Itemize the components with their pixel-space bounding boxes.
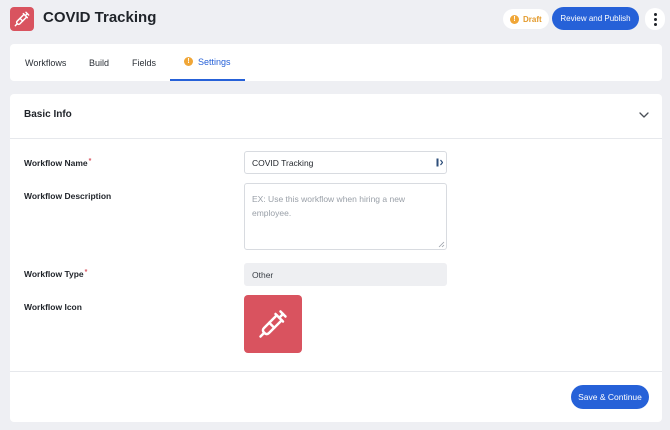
workflow-type-field: Other [244,263,447,286]
workflow-icon-picker[interactable] [244,295,302,353]
warning-icon: ! [510,14,519,24]
syringe-icon [259,310,287,338]
workflow-type-label: Workflow Type* [24,269,87,279]
tab-label: Fields [132,57,157,68]
tab-settings[interactable]: ! Settings [170,44,245,81]
workflow-type-value: Other [252,269,274,280]
app-header: COVID Tracking ! Draft Review and Publis… [0,0,670,38]
workflow-description-placeholder: EX: Use this workflow when hiring a new … [252,194,406,218]
chevron-down-icon[interactable] [639,110,649,120]
tab-label: Build [89,57,110,68]
tab-label: Settings [198,56,231,67]
tab-label: Workflows [25,57,67,68]
workflow-name-label: Workflow Name* [24,158,91,168]
workflow-name-value: COVID Tracking [252,157,314,168]
divider [10,371,662,372]
workflow-icon-label: Workflow Icon [24,302,82,312]
section-title: Basic Info [24,109,72,120]
save-and-continue-button[interactable]: Save & Continue [571,385,649,409]
workflow-description-input[interactable]: EX: Use this workflow when hiring a new … [244,183,447,250]
status-badge: ! Draft [503,9,549,29]
divider [10,138,662,139]
tab-workflows[interactable]: Workflows [25,44,66,81]
tab-build[interactable]: Build [89,44,109,81]
status-badge-label: Draft [523,14,542,24]
workflow-name-input[interactable]: COVID Tracking [244,151,447,174]
basic-info-card: Basic Info Workflow Name* COVID Tracking… [10,94,662,422]
workflow-description-label: Workflow Description [24,191,112,201]
autofill-icon[interactable] [436,158,443,167]
warning-icon: ! [184,57,193,66]
tab-bar: Workflows Build Fields ! Settings [10,44,662,81]
resize-grip-icon[interactable] [438,241,445,248]
workflow-name-label-text: Workflow Name [24,158,88,168]
more-vertical-icon[interactable] [645,8,665,30]
required-mark: * [88,158,92,165]
required-mark: * [84,269,88,276]
page-title: COVID Tracking [43,9,157,26]
tab-fields[interactable]: Fields [132,44,156,81]
review-and-publish-button[interactable]: Review and Publish [552,7,639,30]
syringe-icon [10,7,34,31]
workflow-type-label-text: Workflow Type [24,269,84,279]
